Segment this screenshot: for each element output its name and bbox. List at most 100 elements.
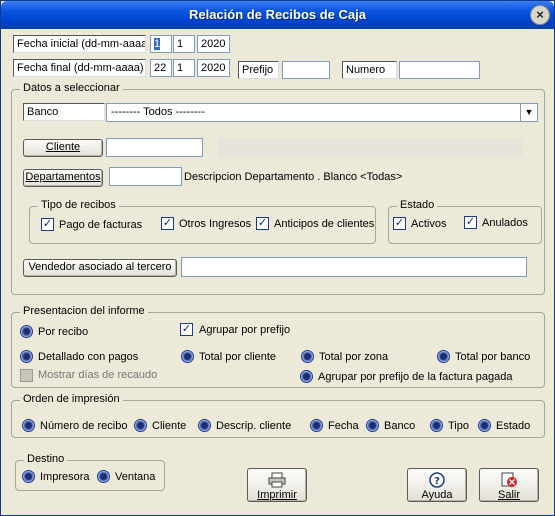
- window-title: Relación de Recibos de Caja: [188, 7, 366, 22]
- fecha-final-label-text: Fecha final (dd-mm-aaaa): [17, 62, 144, 74]
- prefijo-input[interactable]: [282, 61, 330, 79]
- numero-label-text: Numero: [346, 64, 386, 76]
- orden-title: Orden de impresión: [20, 393, 123, 405]
- orden-fecha-label: Fecha: [328, 420, 359, 432]
- fecha-inicial-aaaa-value: 2020: [201, 38, 226, 50]
- destino-ventana-label: Ventana: [115, 471, 156, 483]
- orden-tipo-label: Tipo: [448, 420, 469, 432]
- orden-descrip-cliente-label: Descrip. cliente: [216, 420, 292, 432]
- anticipos-checkbox[interactable]: ✓: [256, 217, 269, 230]
- agrupar-prefijo-factura-label: Agrupar por prefijo de la factura pagada: [318, 371, 513, 383]
- banco-label: Banco: [23, 103, 105, 121]
- destino-title: Destino: [24, 453, 68, 465]
- chevron-down-icon[interactable]: ▼: [520, 104, 537, 121]
- anticipos-label: Anticipos de clientes: [274, 218, 375, 230]
- agrupar-prefijo-label: Agrupar por prefijo: [199, 324, 291, 336]
- fecha-inicial-dd[interactable]: 1: [150, 35, 172, 53]
- agrupar-prefijo-checkbox[interactable]: ✓: [180, 323, 193, 336]
- activos-checkbox[interactable]: ✓: [393, 217, 406, 230]
- vendedor-button-label: Vendedor asociado al tercero: [28, 261, 172, 273]
- fecha-final-aaaa-value: 2020: [201, 62, 226, 74]
- orden-cliente-radio[interactable]: [134, 419, 147, 432]
- cliente-button-label: Cliente: [45, 141, 81, 153]
- total-banco-radio[interactable]: [437, 350, 450, 363]
- close-button[interactable]: ×: [530, 5, 550, 25]
- departamento-description: Descripcion Departamento . Blanco <Todas…: [184, 171, 403, 183]
- ayuda-button[interactable]: ? Ayuda: [407, 468, 467, 502]
- imprimir-label: Imprimir: [257, 489, 297, 501]
- salir-label: Salir: [497, 489, 520, 501]
- destino-impresora-radio[interactable]: [22, 470, 35, 483]
- total-zona-radio[interactable]: [301, 350, 314, 363]
- vendedor-input[interactable]: [181, 257, 527, 277]
- departamentos-button[interactable]: Departamentos: [23, 169, 103, 187]
- exit-icon: [501, 472, 517, 487]
- por-recibo-radio[interactable]: [20, 325, 33, 338]
- detallado-label: Detallado con pagos: [38, 351, 139, 363]
- agrupar-prefijo-factura-radio[interactable]: [300, 370, 313, 383]
- orden-descrip-cliente-radio[interactable]: [198, 419, 211, 432]
- report-window: Relación de Recibos de Caja × Fecha inic…: [0, 0, 555, 516]
- fecha-final-label: Fecha final (dd-mm-aaaa): [13, 59, 146, 77]
- banco-select-value: -------- Todos --------: [111, 106, 205, 118]
- estado-title: Estado: [397, 199, 438, 211]
- banco-label-text: Banco: [27, 106, 59, 118]
- title-bar: Relación de Recibos de Caja ×: [1, 1, 554, 29]
- departamentos-input[interactable]: [109, 167, 182, 186]
- salir-button[interactable]: Salir: [479, 468, 539, 502]
- anulados-checkbox[interactable]: ✓: [464, 216, 477, 229]
- datos-group-title: Datos a seleccionar: [20, 82, 123, 94]
- departamentos-button-label: Departamentos: [25, 171, 101, 183]
- cliente-button[interactable]: Cliente: [23, 139, 103, 157]
- fecha-final-dd[interactable]: 22: [150, 59, 172, 77]
- detallado-radio[interactable]: [20, 350, 33, 363]
- total-cliente-label: Total por cliente: [199, 351, 277, 363]
- orden-fecha-radio[interactable]: [310, 419, 323, 432]
- total-zona-label: Total por zona: [319, 351, 389, 363]
- total-cliente-radio[interactable]: [181, 350, 194, 363]
- fecha-final-mm-value: 1: [177, 62, 184, 74]
- por-recibo-label: Por recibo: [38, 326, 89, 338]
- otros-ingresos-label: Otros Ingresos: [179, 218, 252, 230]
- help-icon: ?: [429, 472, 445, 488]
- printer-icon: [268, 472, 286, 488]
- cliente-input[interactable]: [106, 138, 203, 157]
- ayuda-label: Ayuda: [421, 489, 453, 501]
- orden-banco-radio[interactable]: [366, 419, 379, 432]
- imprimir-button[interactable]: Imprimir: [247, 468, 307, 502]
- svg-text:?: ?: [434, 476, 440, 487]
- presentacion-title: Presentacion del informe: [20, 305, 148, 317]
- fecha-final-dd-value: 22: [154, 62, 167, 74]
- fecha-inicial-dd-value: 1: [154, 38, 161, 50]
- orden-tipo-radio[interactable]: [430, 419, 443, 432]
- vendedor-button[interactable]: Vendedor asociado al tercero: [23, 259, 177, 277]
- orden-cliente-label: Cliente: [152, 420, 187, 432]
- fecha-inicial-aaaa[interactable]: 2020: [197, 35, 230, 53]
- fecha-inicial-mm-value: 1: [177, 38, 184, 50]
- fecha-inicial-label-text: Fecha inicial (dd-mm-aaaa): [17, 38, 146, 50]
- prefijo-label: Prefijo: [238, 61, 279, 79]
- fecha-final-aaaa[interactable]: 2020: [197, 59, 230, 77]
- destino-impresora-label: Impresora: [40, 471, 90, 483]
- fecha-final-mm[interactable]: 1: [173, 59, 195, 77]
- cliente-description: [218, 138, 523, 157]
- fecha-inicial-label: Fecha inicial (dd-mm-aaaa): [13, 35, 146, 53]
- total-banco-label: Total por banco: [455, 351, 531, 363]
- pago-facturas-checkbox[interactable]: ✓: [41, 218, 54, 231]
- orden-group: Orden de impresión: [11, 393, 545, 438]
- orden-numero-label: Número de recibo: [40, 420, 128, 432]
- orden-banco-label: Banco: [384, 420, 416, 432]
- pago-facturas-label: Pago de facturas: [59, 219, 143, 231]
- destino-ventana-radio[interactable]: [97, 470, 110, 483]
- tipo-recibos-title: Tipo de recibos: [38, 199, 119, 211]
- orden-estado-radio[interactable]: [478, 419, 491, 432]
- otros-ingresos-checkbox[interactable]: ✓: [161, 217, 174, 230]
- mostrar-dias-checkbox[interactable]: [20, 369, 33, 382]
- fecha-inicial-mm[interactable]: 1: [173, 35, 195, 53]
- orden-estado-label: Estado: [496, 420, 531, 432]
- mostrar-dias-label: Mostrar días de recaudo: [38, 369, 158, 381]
- orden-numero-radio[interactable]: [22, 419, 35, 432]
- numero-input[interactable]: [399, 61, 480, 79]
- close-icon: ×: [536, 7, 544, 22]
- banco-select[interactable]: -------- Todos --------: [106, 103, 538, 122]
